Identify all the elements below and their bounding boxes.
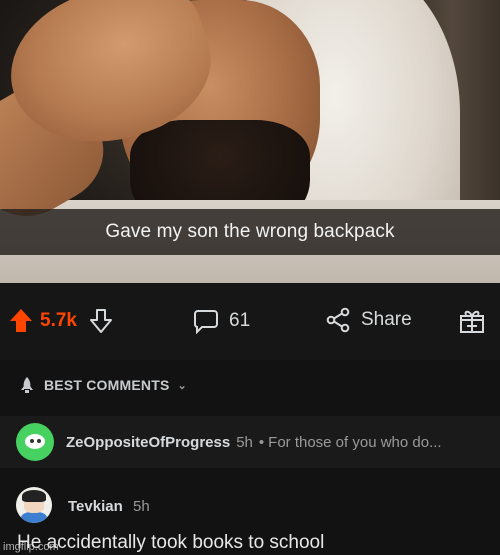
comment-preview: For those of you who do... <box>268 433 442 451</box>
comment-time: 5h <box>133 498 150 515</box>
snoo-eye <box>30 439 34 443</box>
share-label: Share <box>361 309 412 330</box>
comment-username[interactable]: Tevkian <box>68 498 123 515</box>
upvote-arrow-icon[interactable] <box>10 309 32 333</box>
meta-separator: • <box>258 433 265 451</box>
sort-label: BEST COMMENTS <box>44 377 170 393</box>
post-action-bar: 5.7k 61 Share <box>0 283 500 360</box>
downvote-arrow-icon[interactable] <box>89 308 113 334</box>
comment-username[interactable]: ZeOppositeOfProgress <box>66 434 230 451</box>
snoo-head <box>25 434 45 449</box>
award-button[interactable] <box>458 307 486 335</box>
gift-award-icon <box>460 310 484 333</box>
comment-time: 5h <box>236 433 253 451</box>
comment-sort-bar: BEST COMMENTS ⌄ <box>0 360 500 416</box>
share-button[interactable]: Share <box>325 307 412 333</box>
chevron-down-icon: ⌄ <box>177 379 187 392</box>
snoo-eye <box>37 439 41 443</box>
comment-row[interactable]: ZeOppositeOfProgress 5h • For those of y… <box>0 416 500 468</box>
avatar[interactable] <box>16 487 52 523</box>
share-icon <box>326 307 350 333</box>
avatar[interactable] <box>16 423 54 461</box>
post-image[interactable]: Gave my son the wrong backpack <box>0 0 500 283</box>
comment-row[interactable]: Tevkian 5h He accidentally took books to… <box>0 476 500 555</box>
rocket-icon <box>21 377 33 393</box>
image-caption: Gave my son the wrong backpack <box>0 209 500 255</box>
comment-sort-dropdown[interactable]: BEST COMMENTS ⌄ <box>18 376 187 394</box>
comments-button[interactable]: 61 <box>193 308 250 334</box>
comment-bubble-icon <box>194 310 218 334</box>
vote-group: 5.7k <box>10 308 113 334</box>
avatar-hair <box>22 490 46 502</box>
watermark: imgflip.com <box>3 541 59 553</box>
vote-score: 5.7k <box>40 310 77 331</box>
comments-count: 61 <box>229 310 251 331</box>
avatar-body <box>21 512 47 523</box>
comment-body: He accidentally took books to school <box>17 532 325 553</box>
